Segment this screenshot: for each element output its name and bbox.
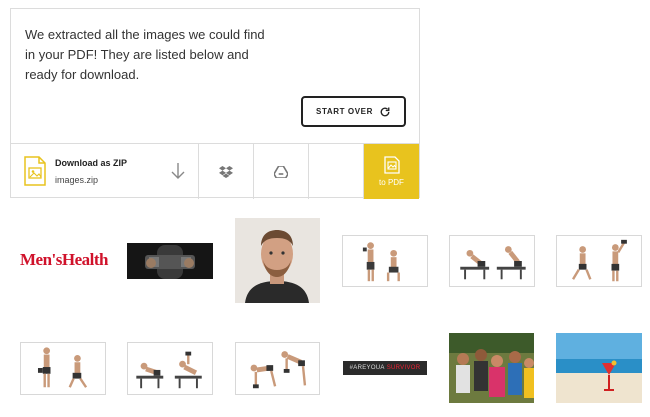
image-thumbnail-beach-drink[interactable] xyxy=(556,333,642,403)
beach-drink-photo xyxy=(556,333,642,403)
runners-photo xyxy=(449,333,534,403)
empty-action-slot xyxy=(309,144,364,199)
result-card: We extracted all the images we could fin… xyxy=(10,8,420,199)
download-arrow-icon xyxy=(171,163,185,179)
google-drive-icon xyxy=(274,165,288,178)
download-zip-title: Download as ZIP xyxy=(55,158,128,168)
logo-text: Men'sHealth xyxy=(20,250,109,269)
exercise-photo xyxy=(37,347,88,388)
save-to-dropbox-button[interactable] xyxy=(199,144,254,199)
save-to-google-drive-button[interactable] xyxy=(254,144,309,199)
dumbbell-photo xyxy=(127,243,213,279)
image-thumbnail-exercise-2[interactable] xyxy=(449,235,535,287)
image-thumbnail-dumbbell-closeup[interactable] xyxy=(127,243,213,279)
message-line-3: ready for download. xyxy=(25,67,140,82)
banner-highlight: SURVIVOR xyxy=(386,365,421,371)
banner-text: #AREYOUA xyxy=(349,365,385,371)
convert-to-pdf-button[interactable]: to PDF xyxy=(364,144,419,199)
image-thumbnail-exercise-4[interactable] xyxy=(20,342,106,395)
image-thumbnail-exercise-6[interactable] xyxy=(235,342,320,395)
image-to-pdf-icon xyxy=(383,156,400,174)
exercise-photo xyxy=(460,246,526,280)
image-thumbnail-exercise-5[interactable] xyxy=(127,342,213,395)
exercise-photo xyxy=(250,351,307,389)
exercise-photo xyxy=(572,239,627,282)
image-thumbnail-portrait[interactable] xyxy=(235,218,320,303)
download-actions: Download as ZIP images.zip to PDF xyxy=(11,143,419,199)
message-line-2: in your PDF! They are listed below and xyxy=(25,47,249,62)
man-portrait-photo xyxy=(235,218,320,303)
message-line-1: We extracted all the images we could fin… xyxy=(25,27,265,42)
start-over-label: START OVER xyxy=(316,107,373,116)
image-thumbnail-exercise-3[interactable] xyxy=(556,235,642,287)
to-pdf-label: to PDF xyxy=(379,178,404,187)
download-zip-button[interactable]: Download as ZIP images.zip xyxy=(11,144,199,199)
start-over-button[interactable]: START OVER xyxy=(301,96,406,127)
image-thumbnail-runners[interactable] xyxy=(449,333,534,403)
dropbox-icon xyxy=(219,165,233,178)
survivor-banner-thumbnail[interactable]: #AREYOUA SURVIVOR xyxy=(343,361,427,375)
zip-filename: images.zip xyxy=(55,175,99,185)
extraction-message: We extracted all the images we could fin… xyxy=(25,25,285,85)
mens-health-logo-thumbnail[interactable]: Men'sHealth xyxy=(20,250,109,272)
image-thumbnail-exercise-1[interactable] xyxy=(342,235,428,287)
zip-file-icon xyxy=(24,156,46,186)
exercise-photo xyxy=(362,242,400,282)
refresh-icon xyxy=(380,107,390,116)
exercise-photo xyxy=(136,351,202,389)
